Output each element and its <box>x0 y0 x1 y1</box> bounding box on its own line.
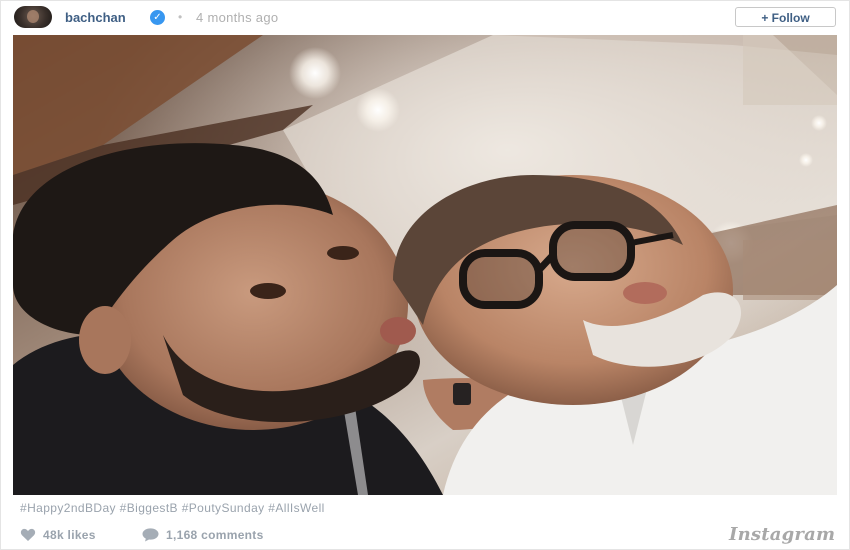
username-link[interactable]: bachchan <box>65 10 126 25</box>
selfie-image <box>13 35 837 495</box>
post-header: bachchan ✓ • 4 months ago + Follow <box>1 1 850 35</box>
post-photo[interactable] <box>13 35 837 495</box>
comment-bubble-icon[interactable] <box>142 528 159 542</box>
instagram-embed-card: bachchan ✓ • 4 months ago + Follow #Happ… <box>0 0 850 550</box>
likes-count[interactable]: 48k likes <box>43 528 96 542</box>
verified-badge-icon: ✓ <box>150 10 165 25</box>
post-timestamp[interactable]: 4 months ago <box>196 10 278 25</box>
header-separator: • <box>178 10 183 24</box>
post-footer: 48k likes 1,168 comments Instagram <box>1 523 850 547</box>
post-caption: #Happy2ndBDay #BiggestB #PoutySunday #Al… <box>20 501 325 515</box>
comments-count[interactable]: 1,168 comments <box>166 528 264 542</box>
heart-icon[interactable] <box>20 528 36 542</box>
instagram-logo[interactable]: Instagram <box>729 524 835 545</box>
follow-button[interactable]: + Follow <box>735 7 836 27</box>
avatar[interactable] <box>14 6 52 28</box>
